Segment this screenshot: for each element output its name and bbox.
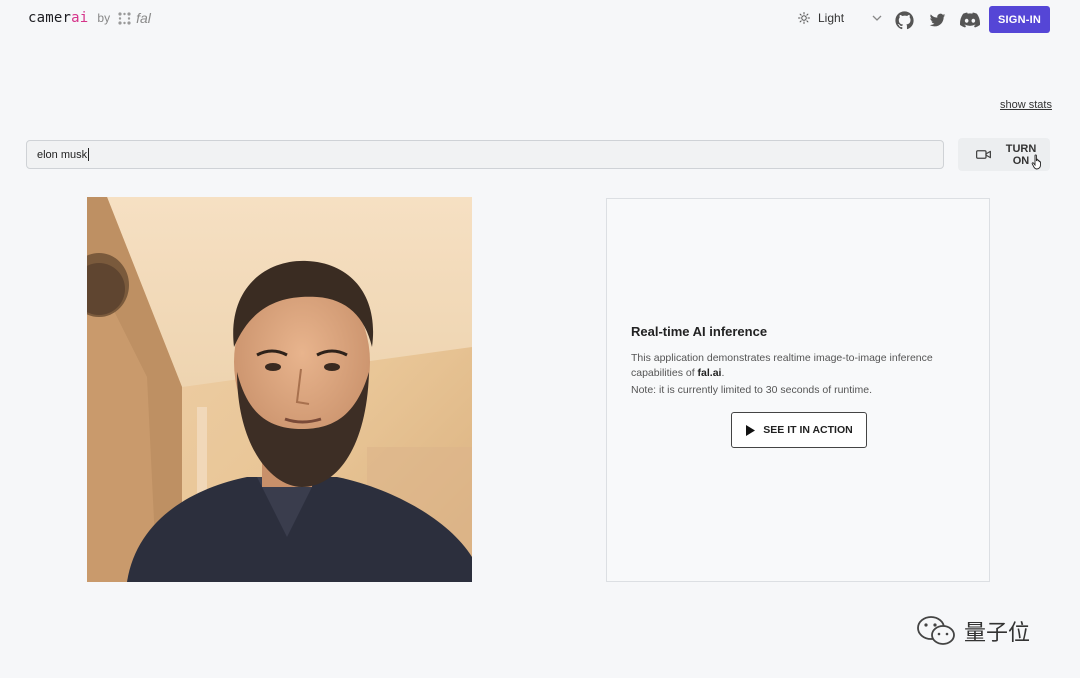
webcam-feed: [87, 197, 472, 582]
info-description: This application demonstrates realtime i…: [631, 352, 933, 379]
watermark: 量子位: [916, 615, 1030, 647]
twitter-icon[interactable]: [927, 10, 947, 30]
hand-cursor-icon: [1031, 154, 1041, 170]
watermark-text: 量子位: [964, 621, 1031, 646]
prompt-value: elon musk: [37, 148, 88, 161]
see-it-in-action-label: SEE IT IN ACTION: [763, 424, 853, 436]
discord-icon[interactable]: [960, 10, 980, 30]
runtime-note: Note: it is currently limited to 30 seco…: [631, 384, 873, 396]
sun-icon: [798, 12, 810, 24]
show-stats-link[interactable]: show stats: [1000, 99, 1052, 111]
webcam-image: [87, 197, 472, 582]
info-panel: Real-time AI inference This application …: [606, 198, 990, 582]
chevron-down-icon: [872, 13, 882, 23]
play-icon: [745, 424, 756, 436]
fal-ai-link[interactable]: fal.ai: [698, 367, 722, 379]
text-caret: [88, 148, 90, 161]
fal-icon: [118, 11, 131, 25]
brand-logo[interactable]: camerai by fal: [28, 10, 151, 26]
see-it-in-action-button[interactable]: SEE IT IN ACTION: [731, 412, 867, 448]
brand-name: camerai: [28, 10, 89, 26]
brand-by-label: by: [97, 11, 111, 25]
fal-logo[interactable]: fal: [118, 10, 151, 26]
sign-in-button[interactable]: SIGN-IN: [989, 6, 1050, 33]
github-icon[interactable]: [894, 10, 914, 30]
fal-name: fal: [136, 10, 151, 26]
theme-selector[interactable]: Light: [798, 11, 882, 25]
theme-label: Light: [818, 11, 845, 25]
wechat-icon: [917, 616, 955, 645]
prompt-input[interactable]: elon musk: [26, 140, 944, 169]
info-title: Real-time AI inference: [631, 324, 768, 339]
video-camera-icon: [976, 149, 991, 160]
